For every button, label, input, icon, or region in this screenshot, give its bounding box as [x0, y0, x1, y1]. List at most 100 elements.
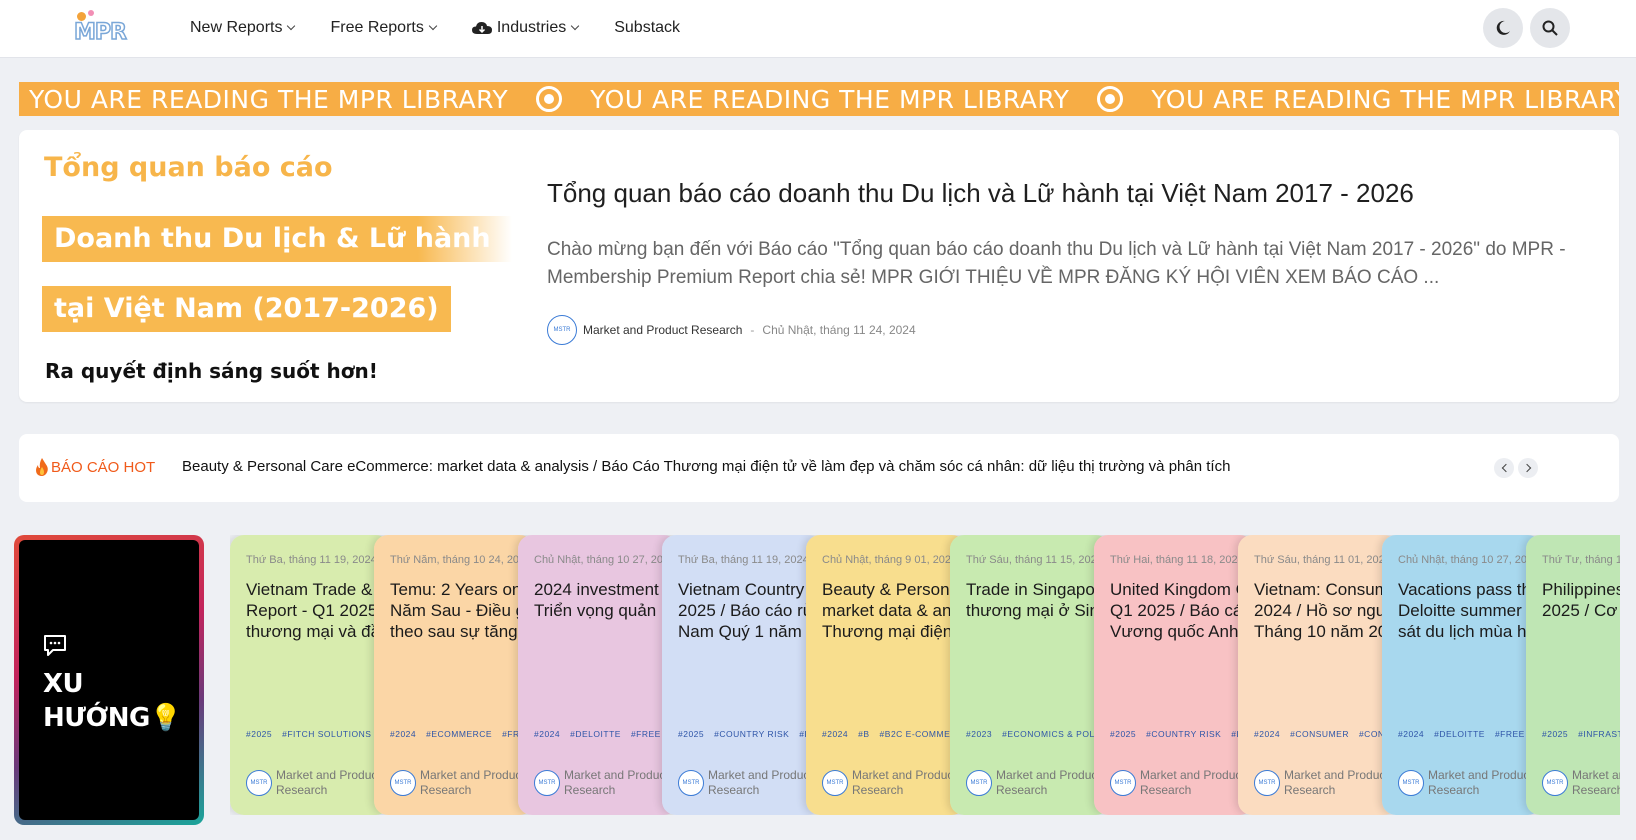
- avatar[interactable]: MSTR: [246, 770, 272, 796]
- card-author: MSTRMarket and Product Research: [1398, 768, 1542, 798]
- report-card[interactable]: Chủ Nhật, tháng 10 27, 2024 Vacations pas…: [1382, 535, 1542, 815]
- report-card[interactable]: Thứ Hai, tháng 11 18, 2024 United Kingdom…: [1094, 535, 1254, 815]
- trending-box[interactable]: XU HƯỚNG💡: [14, 535, 204, 825]
- nav-label: New Reports: [190, 19, 283, 36]
- card-author: MSTRMarket and Product Research: [822, 768, 966, 798]
- tag-link[interactable]: #2025: [246, 729, 272, 739]
- hot-label-text: BÁO CÁO HOT: [51, 458, 156, 476]
- tag-link[interactable]: #B: [858, 729, 869, 739]
- card-tags: #2025 #INFRASTRUCTURE: [1542, 727, 1620, 741]
- card-title[interactable]: Philippines Infrastructure Telecoms 2025…: [1542, 579, 1620, 621]
- flame-icon: [36, 458, 48, 476]
- avatar[interactable]: MSTR: [390, 770, 416, 796]
- tag-link[interactable]: #FREE: [631, 729, 661, 739]
- featured-meta: MSTR Market and Product Research - Chủ N…: [547, 315, 916, 345]
- card-date: Thứ Sáu, tháng 11 15, 2024: [966, 554, 1103, 566]
- tag-link[interactable]: #COUNTRY RISK: [714, 729, 789, 739]
- trending-line: HƯỚNG💡: [43, 703, 182, 733]
- card-title[interactable]: United Kingdom Country Risk Report - Q1 …: [1110, 579, 1254, 642]
- author-name[interactable]: Market and Product Research: [708, 768, 822, 798]
- card-author: MSTRMarket and Product Research: [1542, 768, 1620, 798]
- card-date: Thứ Ba, tháng 11 19, 2024: [246, 554, 377, 566]
- card-title[interactable]: 2024 investment management outlook / Tri…: [534, 579, 678, 621]
- author-name[interactable]: Market and Product Research: [420, 768, 534, 798]
- tag-link[interactable]: #2024: [1398, 729, 1424, 739]
- tag-link[interactable]: #FREE: [1495, 729, 1525, 739]
- author-name[interactable]: Market and Product Research: [1284, 768, 1398, 798]
- mpr-logo[interactable]: MPR: [73, 10, 134, 46]
- ticker-next-button[interactable]: [1518, 458, 1538, 478]
- card-title[interactable]: Vietnam Country Risk Report - Q1 2025 / …: [678, 579, 822, 642]
- tag-link[interactable]: #DELOITTE: [570, 729, 621, 739]
- avatar[interactable]: MSTR: [1542, 770, 1568, 796]
- avatar[interactable]: MSTR: [1398, 770, 1424, 796]
- tag-link[interactable]: #INFRASTRUCTURE: [1578, 729, 1620, 739]
- featured-image-highlight: Doanh thu Du lịch & Lữ hành: [42, 216, 512, 262]
- logo-dot: [88, 10, 94, 16]
- author-name[interactable]: Market and Product Research: [564, 768, 678, 798]
- avatar[interactable]: MSTR: [534, 770, 560, 796]
- tag-link[interactable]: #FITCH SOLUTIONS: [282, 729, 371, 739]
- author-name[interactable]: Market and Product Research: [996, 768, 1110, 798]
- author-name[interactable]: Market and Product Research: [276, 768, 390, 798]
- card-tags: #2024#DELOITTE#FREE#SURVEY#TOURISM: [1398, 727, 1542, 741]
- card-title[interactable]: Vietnam: Consumer Profile - October 2024…: [1254, 579, 1398, 642]
- chevron-down-icon: [287, 21, 296, 31]
- author-name[interactable]: Market and Product Research: [1572, 768, 1620, 798]
- tag-link[interactable]: #COUNTRY RISK: [1146, 729, 1221, 739]
- tag-link[interactable]: #DELOITTE: [1434, 729, 1485, 739]
- moon-icon: [1496, 20, 1510, 35]
- hot-headline[interactable]: Beauty & Personal Care eCommerce: market…: [182, 458, 1230, 475]
- tag-link[interactable]: #2024: [822, 729, 848, 739]
- nav-new-reports[interactable]: New Reports: [190, 19, 296, 37]
- nav-industries[interactable]: Industries: [471, 19, 580, 37]
- card-author: MSTRMarket and Product Research: [966, 768, 1110, 798]
- author-name[interactable]: Market and Product Research: [1428, 768, 1542, 798]
- tag-link[interactable]: #2023: [966, 729, 992, 739]
- circle-dot-icon: [1097, 86, 1124, 112]
- report-card[interactable]: Chủ Nhật, tháng 10 27, 2024 2024 investme…: [518, 535, 678, 815]
- featured-image[interactable]: Tổng quan báo cáo Doanh thu Du lịch & Lữ…: [19, 130, 519, 402]
- tag-link[interactable]: #2025: [1110, 729, 1136, 739]
- avatar[interactable]: MSTR: [1254, 770, 1280, 796]
- report-card[interactable]: Thứ Năm, tháng 10 24, 2024 Temu: 2 Years …: [374, 535, 534, 815]
- report-card[interactable]: Thứ Ba, tháng 11 19, 2024 Vietnam Country…: [662, 535, 822, 815]
- featured-title[interactable]: Tổng quan báo cáo doanh thu Du lịch và L…: [547, 178, 1414, 209]
- card-title[interactable]: Trade in Singapore 2023 / Hoạt động thươ…: [966, 579, 1110, 621]
- author-name[interactable]: Market and Product Research: [583, 323, 742, 337]
- nav-substack[interactable]: Substack: [614, 19, 680, 37]
- avatar[interactable]: MSTR: [966, 770, 992, 796]
- avatar[interactable]: MSTR: [547, 315, 577, 345]
- author-name[interactable]: Market and Product Research: [1140, 768, 1254, 798]
- card-title[interactable]: Vietnam Trade & Investment Risk Report -…: [246, 579, 390, 642]
- card-author: MSTRMarket and Product Research: [534, 768, 678, 798]
- tag-link[interactable]: #ECOMMERCE: [426, 729, 492, 739]
- ticker-prev-button[interactable]: [1494, 458, 1514, 478]
- card-date: Chủ Nhật, tháng 10 27, 2024: [1398, 554, 1540, 566]
- card-title[interactable]: Temu: 2 Years on / Báo Cáo Temu: 2 Năm S…: [390, 579, 534, 642]
- report-card[interactable]: Thứ Sáu, tháng 11 01, 2024 Vietnam: Consu…: [1238, 535, 1398, 815]
- card-date: Thứ Năm, tháng 10 24, 2024: [390, 554, 532, 566]
- trending-title: XU HƯỚNG💡: [43, 667, 182, 735]
- tag-link[interactable]: #2024: [390, 729, 416, 739]
- report-card[interactable]: Thứ Sáu, tháng 11 15, 2024 Trade in Singa…: [950, 535, 1110, 815]
- avatar[interactable]: MSTR: [1110, 770, 1136, 796]
- tag-link[interactable]: #2025: [678, 729, 704, 739]
- card-title[interactable]: Vacations pass the value test 2024 Deloi…: [1398, 579, 1542, 642]
- tag-link[interactable]: #2024: [1254, 729, 1280, 739]
- avatar[interactable]: MSTR: [678, 770, 704, 796]
- search-button[interactable]: [1530, 8, 1570, 48]
- card-title[interactable]: Beauty & Personal Care eCommerce: market…: [822, 579, 966, 642]
- tag-link[interactable]: #2025: [1542, 729, 1568, 739]
- avatar[interactable]: MSTR: [822, 770, 848, 796]
- dark-mode-button[interactable]: [1483, 8, 1523, 48]
- report-card[interactable]: Thứ Ba, tháng 11 19, 2024 Vietnam Trade &…: [230, 535, 390, 815]
- report-card[interactable]: Chủ Nhật, tháng 9 01, 2024 Beauty & Perso…: [806, 535, 966, 815]
- tag-link[interactable]: #CONSUMER: [1290, 729, 1349, 739]
- tag-link[interactable]: #2024: [534, 729, 560, 739]
- author-name[interactable]: Market and Product Research: [852, 768, 966, 798]
- site-header: MPR New Reports Free Reports Industries …: [0, 0, 1636, 58]
- featured-excerpt: Chào mừng bạn đến với Báo cáo "Tổng quan…: [547, 239, 1566, 288]
- nav-free-reports[interactable]: Free Reports: [330, 19, 438, 37]
- report-card[interactable]: Thứ Tư, tháng 11 20, 2024 Philippines Inf…: [1526, 535, 1620, 815]
